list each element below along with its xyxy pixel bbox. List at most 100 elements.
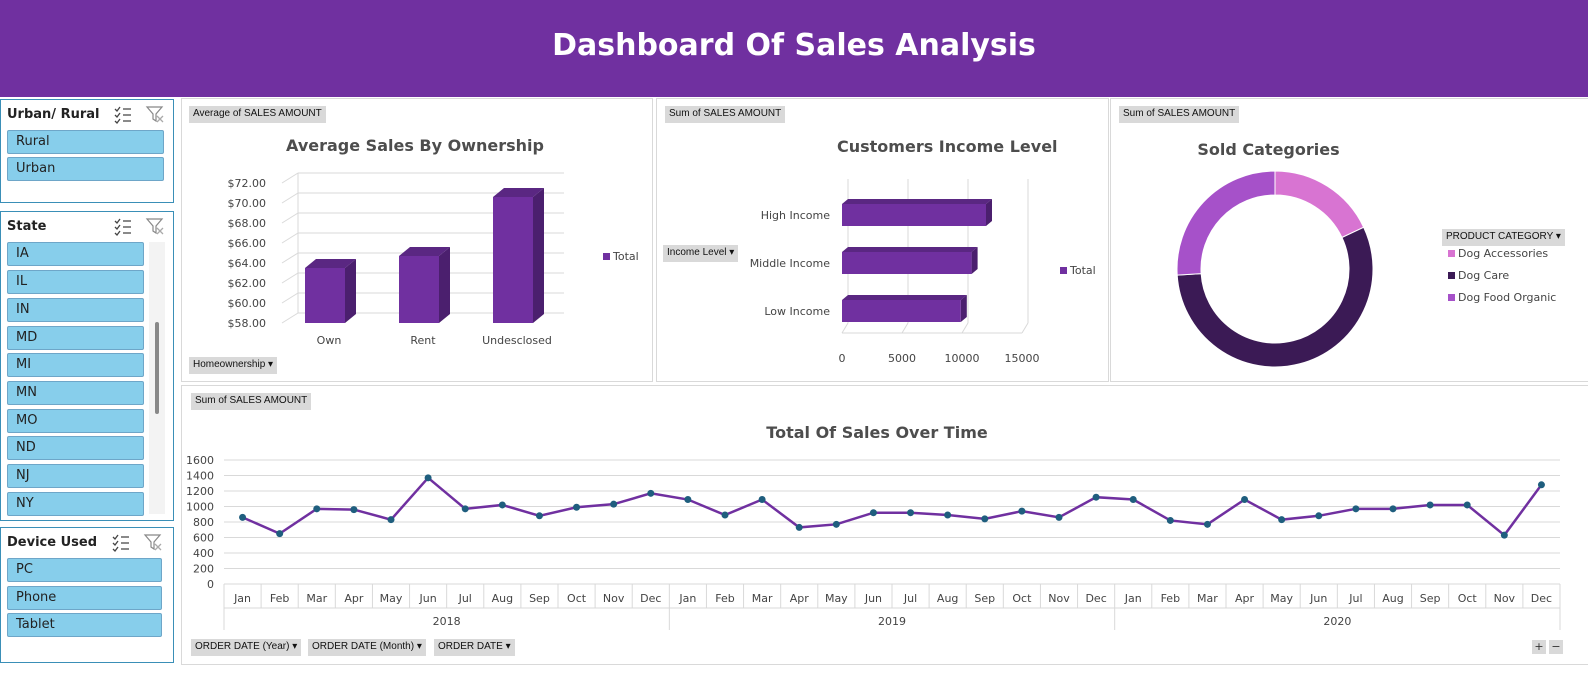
- legend-label: Dog Accessories: [1458, 247, 1548, 260]
- dropdown-icon: ▾: [292, 641, 298, 652]
- x-tick-label: Aug: [1382, 592, 1403, 605]
- y-tick-label: $64.00: [228, 257, 267, 270]
- y-tick-label: Low Income: [764, 305, 830, 318]
- clear-filter-icon[interactable]: [145, 216, 165, 236]
- y-tick-label: 600: [193, 532, 214, 545]
- axis-field-button[interactable]: Homeownership ▾: [189, 357, 278, 374]
- axis-field-button[interactable]: Income Level ▾: [663, 245, 739, 262]
- axis-field-button-date[interactable]: ORDER DATE ▾: [434, 639, 515, 656]
- axis-field-button-month[interactable]: ORDER DATE (Month) ▾: [308, 639, 426, 656]
- slicer-urban-rural: Urban/ Rural Rural Urban: [0, 99, 174, 203]
- data-point: [1129, 496, 1137, 504]
- y-tick-label: 1600: [186, 454, 214, 467]
- expand-field-button[interactable]: +: [1532, 640, 1546, 654]
- slicer-item-il[interactable]: IL: [7, 270, 144, 294]
- slicer-item-rural[interactable]: Rural: [7, 130, 164, 154]
- slicer-item-nd[interactable]: ND: [7, 436, 144, 460]
- slicer-item-md[interactable]: MD: [7, 326, 144, 350]
- data-point: [424, 474, 432, 482]
- slicer-item-tablet[interactable]: Tablet: [7, 613, 162, 637]
- x-tick-label: Apr: [344, 592, 364, 605]
- data-point: [1463, 501, 1471, 509]
- axis-field-label: ORDER DATE: [438, 641, 503, 652]
- data-point: [1092, 493, 1100, 501]
- data-point: [239, 513, 247, 521]
- x-tick-label: Sep: [1420, 592, 1441, 605]
- gridline-depth: [281, 172, 299, 184]
- x-tick-label: Jul: [903, 592, 917, 605]
- gridline-depth: [281, 252, 299, 264]
- y-tick-label: 400: [193, 547, 214, 560]
- legend-swatch: [603, 253, 610, 260]
- slicer-item-mn[interactable]: MN: [7, 381, 144, 405]
- year-label: 2020: [1323, 615, 1351, 628]
- x-tick-label: Nov: [603, 592, 625, 605]
- panel-income-chart: Sum of SALES AMOUNT Customers Income Lev…: [656, 98, 1109, 382]
- x-tick-label: Jan: [1124, 592, 1142, 605]
- year-label: 2019: [878, 615, 906, 628]
- legend-field-label: PRODUCT CATEGORY: [1446, 231, 1554, 242]
- legend-label: Dog Care: [1458, 269, 1509, 282]
- slicer-item-mi[interactable]: MI: [7, 353, 144, 377]
- bar: [493, 197, 533, 323]
- slicer-header: State: [1, 212, 173, 240]
- x-tick-label: Feb: [1161, 592, 1180, 605]
- dropdown-icon: ▾: [1555, 231, 1561, 242]
- x-tick-label: May: [825, 592, 848, 605]
- income-bar-chart: 0 5000 10000 15000 High Income Middle Income L…: [750, 179, 1096, 365]
- axis-field-label: ORDER DATE (Year): [195, 641, 290, 652]
- slicer-item-urban[interactable]: Urban: [7, 157, 164, 181]
- data-point: [1166, 516, 1174, 524]
- y-tick-label: $70.00: [228, 197, 267, 210]
- data-point: [832, 520, 840, 528]
- slicer-item-mo[interactable]: MO: [7, 409, 144, 433]
- slicer-scrollbar[interactable]: [149, 242, 165, 514]
- x-tick-label: Oct: [1012, 592, 1032, 605]
- data-point: [1389, 505, 1397, 513]
- clear-filter-icon[interactable]: [143, 532, 163, 552]
- x-tick-label: Undesclosed: [482, 334, 552, 347]
- collapse-field-button[interactable]: −: [1549, 640, 1563, 654]
- slicer-item-pc[interactable]: PC: [7, 558, 162, 582]
- x-tick-label: Aug: [937, 592, 958, 605]
- x-tick-label: Aug: [492, 592, 513, 605]
- data-point: [1241, 496, 1249, 504]
- axis-field-label: Income Level: [667, 247, 727, 258]
- bar: [842, 204, 986, 226]
- x-tick-label: Own: [317, 334, 342, 347]
- slicer-item-in[interactable]: IN: [7, 298, 144, 322]
- x-tick-label: May: [380, 592, 403, 605]
- data-point: [1203, 520, 1211, 528]
- gridline-depth: [281, 272, 299, 284]
- y-tick-label: $60.00: [228, 297, 267, 310]
- legend-field-button[interactable]: PRODUCT CATEGORY ▾: [1442, 229, 1565, 246]
- bar-side: [533, 188, 544, 323]
- x-tick-label: Jan: [678, 592, 696, 605]
- x-tick-label: Jun: [419, 592, 437, 605]
- slicer-title: Device Used: [7, 535, 98, 550]
- axis-field-button-year[interactable]: ORDER DATE (Year) ▾: [191, 639, 302, 656]
- multi-select-icon[interactable]: [113, 104, 133, 124]
- multi-select-icon[interactable]: [113, 216, 133, 236]
- panel-ownership-chart: Average of SALES AMOUNT Average Sales By…: [181, 98, 653, 382]
- slicer-item-nj[interactable]: NJ: [7, 464, 144, 488]
- header-banner: Dashboard Of Sales Analysis: [0, 0, 1588, 97]
- bar-top: [842, 295, 967, 300]
- x-tick-label: Mar: [306, 592, 327, 605]
- y-tick-label: $58.00: [228, 317, 267, 330]
- donut-slice: [1274, 170, 1365, 239]
- slicer-item-ia[interactable]: IA: [7, 242, 144, 266]
- slicer-item-phone[interactable]: Phone: [7, 586, 162, 610]
- y-tick-label: 200: [193, 563, 214, 576]
- clear-filter-icon[interactable]: [145, 104, 165, 124]
- legend-swatch: [1448, 250, 1455, 257]
- multi-select-icon[interactable]: [111, 532, 131, 552]
- x-tick-label: Jul: [458, 592, 472, 605]
- slicer-item-ny[interactable]: NY: [7, 492, 144, 516]
- scrollbar-thumb[interactable]: [155, 322, 159, 414]
- slicer-header: Device Used: [1, 528, 173, 556]
- axis-field-label: ORDER DATE (Month): [312, 641, 415, 652]
- data-point: [795, 523, 803, 531]
- x-tick-label: Oct: [1458, 592, 1478, 605]
- x-tick-label: 15000: [1005, 352, 1040, 365]
